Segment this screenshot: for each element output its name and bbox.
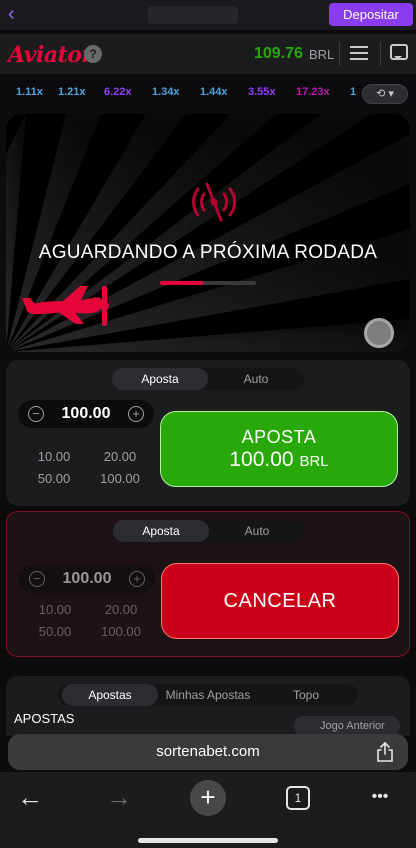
previous-game-button[interactable]: Jogo Anterior bbox=[294, 716, 400, 736]
browser-toolbar: ← → + 1 ••• bbox=[0, 772, 416, 848]
bet-mode-tabs: Aposta Auto bbox=[112, 368, 304, 390]
bet-mode-tabs: Aposta Auto bbox=[113, 520, 305, 542]
bet-button-label: APOSTA bbox=[241, 427, 317, 447]
tab-bet[interactable]: Aposta bbox=[113, 520, 209, 542]
round-progress-fill bbox=[160, 281, 204, 285]
waiting-status-text: AGUARDANDO A PRÓXIMA RODADA bbox=[38, 242, 378, 263]
airplane-icon bbox=[22, 286, 109, 326]
quick-amount-button[interactable]: 50.00 bbox=[31, 624, 79, 639]
aviator-logo: Aviator bbox=[8, 42, 93, 68]
amount-stepper: − 100.00 + bbox=[18, 400, 154, 428]
multiplier-item: 1.44x bbox=[200, 86, 228, 98]
quick-amount-button[interactable]: 20.00 bbox=[97, 602, 145, 617]
bet-button-currency: BRL bbox=[299, 453, 329, 470]
quick-amount-button[interactable]: 50.00 bbox=[30, 471, 78, 486]
help-icon[interactable]: ? bbox=[84, 45, 102, 63]
more-icon[interactable]: ••• bbox=[362, 782, 398, 812]
tab-top[interactable]: Topo bbox=[258, 684, 354, 706]
minus-icon[interactable]: − bbox=[28, 406, 44, 422]
forward-arrow-icon[interactable]: → bbox=[101, 782, 137, 812]
quick-amount-button[interactable]: 10.00 bbox=[30, 449, 78, 464]
menu-icon[interactable] bbox=[350, 46, 368, 60]
divider bbox=[339, 42, 340, 66]
place-bet-button[interactable]: APOSTA 100.00 BRL bbox=[160, 411, 398, 487]
signal-icon bbox=[191, 182, 237, 222]
bets-header: APOSTAS bbox=[14, 711, 75, 726]
multiplier-history: 1.11x 1.21x 6.22x 1.34x 1.44x 3.55x 17.2… bbox=[0, 82, 416, 106]
bets-section: Apostas Minhas Apostas Topo APOSTAS Jogo… bbox=[6, 676, 410, 736]
balance-amount: 109.76 bbox=[254, 45, 303, 62]
tab-auto[interactable]: Auto bbox=[209, 520, 305, 542]
quick-amount-button[interactable]: 10.00 bbox=[31, 602, 79, 617]
url-text: sortenabet.com bbox=[156, 743, 260, 760]
tab-bet[interactable]: Aposta bbox=[112, 368, 208, 390]
round-progress-bar bbox=[160, 281, 256, 285]
tabs-count-button[interactable]: 1 bbox=[286, 786, 310, 810]
site-top-bar: ‹ Depositar bbox=[0, 0, 416, 30]
bet-button-amount: 100.00 bbox=[229, 448, 294, 471]
floating-action-button[interactable] bbox=[364, 318, 394, 348]
multiplier-item: 1.21x bbox=[58, 86, 86, 98]
multiplier-item: 1.34x bbox=[152, 86, 180, 98]
tab-my-bets[interactable]: Minhas Apostas bbox=[158, 684, 258, 706]
multiplier-item: 3.55x bbox=[248, 86, 276, 98]
balance-currency: BRL bbox=[309, 47, 335, 62]
game-canvas: AGUARDANDO A PRÓXIMA RODADA bbox=[6, 114, 410, 352]
tab-all-bets[interactable]: Apostas bbox=[62, 684, 158, 706]
quick-amount-button[interactable]: 100.00 bbox=[96, 471, 144, 486]
bet-panel-1: Aposta Auto − 100.00 + 10.00 20.00 50.00… bbox=[6, 360, 410, 506]
multiplier-item: 1.11x bbox=[16, 86, 43, 98]
multiplier-item: 6.22x bbox=[104, 86, 132, 98]
quick-amount-button[interactable]: 20.00 bbox=[96, 449, 144, 464]
home-indicator bbox=[138, 838, 278, 843]
back-chevron-icon[interactable]: ‹ bbox=[8, 4, 15, 24]
blurred-title bbox=[148, 6, 238, 24]
minus-icon[interactable]: − bbox=[29, 571, 45, 587]
cancel-bet-button[interactable]: CANCELAR bbox=[161, 563, 399, 639]
share-icon[interactable] bbox=[376, 742, 394, 762]
amount-stepper: − 100.00 + bbox=[19, 565, 155, 593]
quick-amount-button[interactable]: 100.00 bbox=[97, 624, 145, 639]
bets-tabs: Apostas Minhas Apostas Topo bbox=[58, 684, 358, 706]
back-arrow-icon[interactable]: ← bbox=[12, 782, 48, 812]
chat-icon[interactable] bbox=[390, 44, 408, 60]
bet-panel-2: Aposta Auto − 100.00 + 10.00 20.00 50.00… bbox=[6, 511, 410, 657]
multiplier-item: 17.23x bbox=[296, 86, 330, 98]
new-tab-button[interactable]: + bbox=[190, 780, 226, 816]
amount-value[interactable]: 100.00 bbox=[46, 405, 126, 423]
amount-value[interactable]: 100.00 bbox=[47, 570, 127, 588]
tab-auto[interactable]: Auto bbox=[208, 368, 304, 390]
game-header: Aviator ? 109.76 BRL bbox=[0, 34, 416, 74]
plus-icon[interactable]: + bbox=[129, 571, 145, 587]
cancel-button-label: CANCELAR bbox=[223, 590, 337, 612]
multiplier-item: 1 bbox=[350, 86, 357, 98]
deposit-button[interactable]: Depositar bbox=[329, 3, 413, 26]
plus-icon[interactable]: + bbox=[128, 406, 144, 422]
url-bar[interactable]: sortenabet.com bbox=[8, 734, 408, 770]
divider bbox=[380, 42, 381, 66]
history-dropdown-button[interactable]: ⟲ ▾ bbox=[362, 84, 408, 104]
